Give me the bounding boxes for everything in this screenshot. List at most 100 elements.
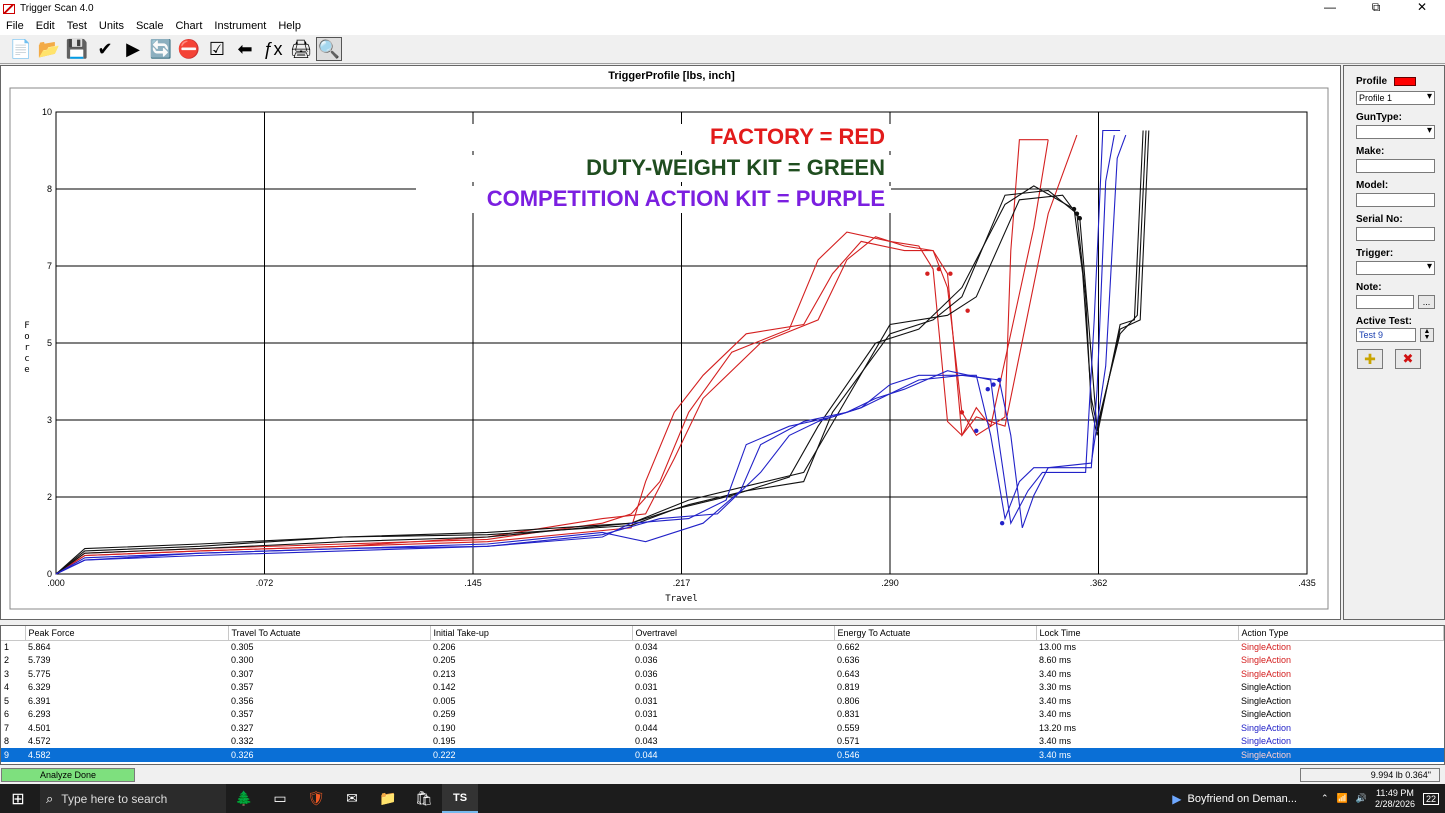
back-arrow-icon[interactable]: ⬅ [232,37,258,61]
column-header[interactable] [1,626,26,641]
menu-file[interactable]: File [0,20,30,32]
table-row[interactable]: 3 5.775 0.307 0.213 0.036 0.643 3.40 ms SingleA… [1,667,1444,681]
table-row[interactable]: 5 6.391 0.356 0.005 0.031 0.806 3.40 ms SingleA… [1,694,1444,708]
table-cell: SingleAction [1238,748,1444,762]
table-cell: 1 [4,642,10,652]
make-label: Make: [1356,146,1385,157]
checkmark-icon[interactable]: ✔ [92,37,118,61]
tray-chevron-icon[interactable]: ⌃ [1321,793,1329,804]
table-cell: 0.305 [231,642,254,652]
table-cell: 0.357 [231,709,254,720]
table-cell: 5 [4,695,10,706]
restore-button[interactable]: ⧉ [1353,0,1399,17]
function-icon[interactable]: ƒx [260,37,286,61]
table-row[interactable]: 4 6.329 0.357 0.142 0.031 0.819 3.30 ms SingleA… [1,681,1444,695]
task-view-icon[interactable]: ▭ [262,784,298,813]
profile-label: Profile [1356,76,1388,87]
profile-color-swatch[interactable] [1394,77,1416,86]
weather-icon[interactable]: 🌲 [226,784,262,813]
trigger-profile-chart: .000 .072 .145 .217 .290 .362 .435 0 2 3 5 7 8 10 Trav… [9,87,1329,610]
taskbar-search[interactable]: ⌕ Type here to search [40,784,226,813]
menu-instrument[interactable]: Instrument [208,20,272,32]
app-icon [3,3,15,14]
table-cell: 4.582 [25,748,228,762]
volume-icon[interactable]: 🔊 [1356,793,1367,804]
model-field[interactable] [1356,193,1435,207]
serial-field[interactable] [1356,227,1435,241]
y-axis-label-char: c [24,354,29,364]
note-field[interactable] [1356,295,1414,309]
trigger-scan-taskbar-icon[interactable]: TS [442,784,478,813]
table-row[interactable]: 1 5.864 0.305 0.206 0.034 0.662 13.00 ms Single… [1,640,1444,654]
series-point [925,271,930,276]
active-test-spinner[interactable]: ▲ ▼ [1420,328,1434,342]
menu-units[interactable]: Units [93,20,130,32]
open-folder-icon[interactable]: 📂 [36,37,62,61]
table-cell: 6 [4,709,10,720]
table-row[interactable]: 7 4.501 0.327 0.190 0.044 0.559 13.20 ms Single… [1,721,1444,735]
serial-label: Serial No: [1356,214,1403,225]
table-row[interactable]: 9 4.582 0.326 0.222 0.044 0.546 3.40 ms SingleA… [1,748,1444,762]
table-cell: 0.222 [430,748,632,762]
minimize-button[interactable]: — [1307,0,1353,17]
series-point [997,377,1002,383]
close-button[interactable]: ✕ [1399,0,1445,17]
make-field[interactable] [1356,159,1435,173]
note-browse-button[interactable]: ... [1418,295,1435,309]
stop-icon[interactable]: ⛔ [176,37,202,61]
table-cell: 0.356 [231,695,254,706]
add-test-button[interactable]: ✚ [1357,349,1383,369]
brave-browser-icon[interactable]: 🛡 [298,784,334,813]
table-row[interactable]: 2 5.739 0.300 0.205 0.036 0.636 8.60 ms SingleA… [1,654,1444,668]
trigger-select[interactable] [1356,261,1435,275]
column-header[interactable]: Energy To Actuate [834,626,1037,641]
table-row[interactable]: 6 6.293 0.357 0.259 0.031 0.831 3.40 ms SingleA… [1,708,1444,722]
menu-help[interactable]: Help [272,20,307,32]
status-readout: 9.994 lb 0.364" [1300,768,1440,782]
table-cell: 5.739 [28,655,51,666]
column-header[interactable]: Travel To Actuate [228,626,431,641]
active-test-field[interactable]: Test 9 [1356,328,1416,342]
results-table: Peak Force Travel To Actuate Initial Take-… [0,625,1445,765]
table-cell: 8.60 ms [1039,655,1072,666]
new-icon[interactable]: 📄 [8,37,34,61]
column-header[interactable]: Peak Force [25,626,229,641]
table-cell: 0.031 [635,709,658,720]
column-header[interactable]: Initial Take-up [430,626,633,641]
menu-chart[interactable]: Chart [169,20,208,32]
menu-scale[interactable]: Scale [130,20,170,32]
menu-test[interactable]: Test [61,20,93,32]
table-cell: 0.044 [632,748,834,762]
store-icon[interactable]: 🛍 [406,784,442,813]
x-axis-label: Travel [665,594,698,604]
mail-icon[interactable]: ✉ [334,784,370,813]
print-icon[interactable]: 🖨 [288,37,314,61]
column-header[interactable]: Lock Time [1036,626,1239,641]
table-row[interactable]: 8 4.572 0.332 0.195 0.043 0.571 3.40 ms SingleA… [1,735,1444,749]
menu-edit[interactable]: Edit [30,20,61,32]
x-tick-label: .362 [1090,578,1108,588]
y-tick-label: 0 [47,569,52,579]
notification-icon[interactable]: 22 [1422,792,1439,805]
print-preview-icon[interactable]: 🔍 [316,37,342,61]
media-icon[interactable]: ▶ [1172,792,1181,806]
legend-annotation: COMPETITION ACTION KIT = PURPLE [487,186,885,211]
checklist-icon[interactable]: ☑ [204,37,230,61]
start-button[interactable]: ⊞ [0,784,36,813]
column-header[interactable]: Action Type [1238,626,1444,641]
delete-test-button[interactable]: ✖ [1395,349,1421,369]
profile-select[interactable]: Profile 1 [1356,91,1435,105]
clock[interactable]: 11:49 PM 2/28/2026 [1375,788,1415,810]
y-axis-label-char: e [24,365,29,375]
table-cell: SingleAction [1241,682,1292,693]
column-header[interactable]: Overtravel [632,626,835,641]
y-axis-label-char: F [24,321,29,331]
network-icon[interactable]: 📶 [1337,793,1348,804]
play-icon[interactable]: ▶ [120,37,146,61]
guntype-select[interactable] [1356,125,1435,139]
refresh-icon[interactable]: 🔄 [148,37,174,61]
table-cell: 0.205 [433,655,456,666]
file-explorer-icon[interactable]: 📁 [370,784,406,813]
media-title[interactable]: Boyfriend on Deman... [1188,793,1297,805]
save-icon[interactable]: 💾 [64,37,90,61]
